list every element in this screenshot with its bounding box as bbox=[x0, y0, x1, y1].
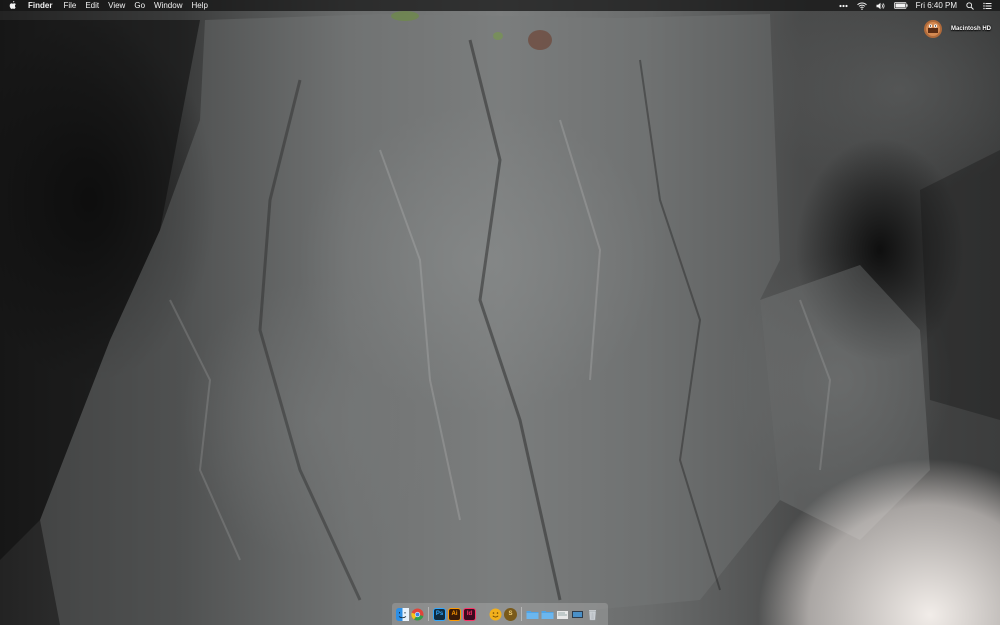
display-icon[interactable] bbox=[571, 608, 584, 621]
hard-drive-icon[interactable] bbox=[922, 19, 944, 39]
applications-folder-icon[interactable] bbox=[526, 608, 539, 621]
documents-folder-icon[interactable] bbox=[541, 608, 554, 621]
wifi-icon[interactable] bbox=[856, 2, 867, 10]
spotlight-icon[interactable] bbox=[966, 1, 974, 10]
desktop-drive-label[interactable]: Macintosh HD bbox=[951, 26, 991, 32]
battery-icon[interactable] bbox=[893, 2, 908, 9]
ocean-surf bbox=[670, 385, 1000, 625]
desktop-wallpaper bbox=[0, 0, 1000, 625]
menu-edit[interactable]: Edit bbox=[85, 0, 99, 11]
menu-bar: Finder File Edit View Go Window Help Fri… bbox=[0, 0, 1000, 11]
menu-view[interactable]: View bbox=[108, 0, 125, 11]
trash-icon[interactable] bbox=[586, 608, 599, 621]
s-coin-icon[interactable]: S bbox=[504, 607, 517, 621]
dock: Ps Ai Id S bbox=[392, 603, 608, 625]
finder-icon[interactable] bbox=[396, 607, 409, 621]
smiley-icon[interactable] bbox=[489, 608, 502, 621]
notification-center-icon[interactable] bbox=[983, 2, 992, 10]
menu-app-name[interactable]: Finder bbox=[28, 0, 52, 11]
indesign-icon[interactable]: Id bbox=[463, 607, 476, 621]
menu-go[interactable]: Go bbox=[134, 0, 145, 11]
photoshop-icon[interactable]: Ps bbox=[433, 607, 446, 621]
apple-logo-icon[interactable] bbox=[9, 1, 17, 10]
chrome-icon[interactable] bbox=[411, 608, 424, 621]
menu-clock[interactable]: Fri 6:40 PM bbox=[916, 0, 957, 11]
desktop-drive[interactable]: Macintosh HD bbox=[922, 19, 1000, 39]
more-dots-icon[interactable] bbox=[839, 4, 848, 8]
illustrator-icon[interactable]: Ai bbox=[448, 607, 461, 621]
menu-window[interactable]: Window bbox=[154, 0, 182, 11]
menu-file[interactable]: File bbox=[63, 0, 76, 11]
dock-separator-2 bbox=[521, 607, 522, 621]
document-stack-icon[interactable] bbox=[556, 608, 569, 621]
volume-icon[interactable] bbox=[876, 2, 885, 10]
menu-help[interactable]: Help bbox=[191, 0, 207, 11]
dock-separator bbox=[428, 607, 429, 621]
